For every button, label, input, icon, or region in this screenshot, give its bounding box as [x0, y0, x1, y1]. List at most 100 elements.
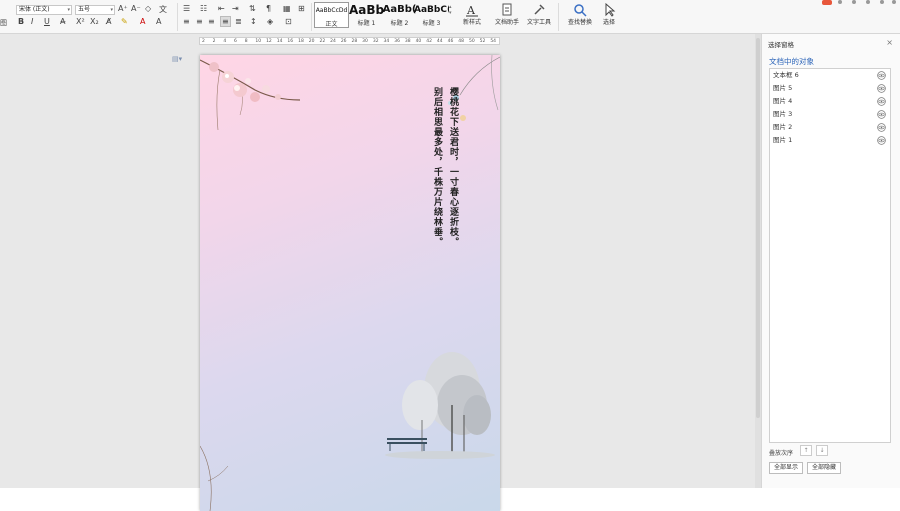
style-preview: AaBb [349, 3, 384, 17]
window-controls-icon [822, 0, 896, 5]
document-icon [490, 3, 524, 17]
sort-icon[interactable]: ⇅ [249, 4, 256, 13]
document-page[interactable]: 樱桃花下送君时，一寸春心逐折枝。 别后相思最多处，千株万片绕林垂。 [200, 55, 500, 511]
shading-icon[interactable]: ◈ [267, 17, 273, 26]
italic-icon[interactable]: I [31, 17, 33, 26]
numbered-list-icon[interactable]: ☷ [200, 4, 207, 13]
style-name: 标题 3 [422, 20, 441, 27]
align-center-icon[interactable]: ≡ [196, 17, 203, 26]
style-normal[interactable]: AaBbCcDd 正文 [314, 2, 349, 28]
border-icon[interactable]: ⊡ [285, 17, 292, 26]
superscript-icon[interactable]: X² [76, 17, 85, 26]
eye-icon[interactable] [877, 136, 886, 145]
send-backward-button[interactable]: ↓ [816, 445, 828, 456]
font-size-select[interactable]: 五号 ▾ [75, 5, 115, 15]
style-name: 标题 2 [390, 20, 409, 27]
grow-font-icon[interactable]: A⁺ [118, 4, 128, 13]
doc-helper-button[interactable]: 文档助手 [490, 3, 524, 26]
ruler-tick-label: 20 [308, 39, 315, 44]
new-style-icon: A [455, 3, 489, 17]
ruler-tick-label: 14 [276, 39, 283, 44]
select-button[interactable]: 选择 [592, 2, 626, 26]
font-name-select[interactable]: 宋体 (正文) ▾ [16, 5, 72, 15]
clear-format-icon[interactable]: ◇ [145, 4, 151, 13]
document-area[interactable]: 2 2 4 6 8 10 12 14 16 18 20 22 24 26 28 30 32 34 36 38 40 42 4… [0, 34, 757, 511]
text-tools-button[interactable]: 文字工具 [522, 3, 556, 26]
style-heading-3[interactable]: AaBbC( 标题 3 [414, 2, 449, 28]
eye-icon[interactable] [877, 71, 886, 80]
ruler-tick-label: 4 [223, 39, 227, 44]
ruler-tick-label: 48 [458, 39, 465, 44]
ruler-tick-label: 42 [426, 39, 432, 44]
align-left-icon[interactable]: ≡ [183, 17, 190, 26]
pane-title[interactable]: 选择窗格 [768, 39, 794, 49]
order-label: 叠放次序 [769, 450, 794, 457]
highlight-icon[interactable]: ✎ [121, 17, 128, 26]
bold-icon[interactable]: B [18, 17, 24, 26]
cursor-icon [592, 2, 626, 17]
text-effect-icon[interactable]: A̸ [106, 17, 111, 26]
list-item[interactable]: 文本框 6 [770, 69, 890, 82]
separator [311, 3, 312, 31]
ruler-tick-label: 40 [415, 39, 422, 44]
wrench-icon [522, 3, 556, 17]
hide-all-button[interactable]: 全部隐藏 [807, 462, 842, 474]
eye-icon[interactable] [877, 84, 886, 93]
eye-icon[interactable] [877, 97, 886, 106]
line-spacing-icon[interactable]: ↕ [250, 17, 257, 26]
list-item[interactable]: 图片 2 [770, 121, 890, 134]
show-marks-icon[interactable]: ¶ [266, 4, 271, 13]
decrease-indent-icon[interactable]: ⇤ [218, 4, 225, 13]
style-preview: AaBbC( [414, 5, 449, 15]
list-item[interactable]: 图片 4 [770, 95, 890, 108]
ruler-tick-label: 44 [436, 39, 443, 44]
twig-image[interactable] [200, 441, 240, 511]
table-icon[interactable]: ▦ [283, 4, 291, 13]
new-style-button[interactable]: A 新样式 [455, 3, 489, 26]
ruler-tick-label: 38 [404, 39, 411, 44]
scrollbar-thumb[interactable] [756, 38, 760, 418]
eye-icon[interactable] [877, 123, 886, 132]
bullet-list-icon[interactable]: ☰ [183, 4, 190, 13]
ruler-tick-label: 28 [351, 39, 358, 44]
pane-subtitle: 文档中的对象 [769, 57, 814, 66]
align-right-icon[interactable]: ≡ [208, 17, 215, 26]
bring-forward-button[interactable]: ↑ [800, 445, 812, 456]
show-all-button[interactable]: 全部显示 [769, 462, 804, 474]
styles-scroll-icon[interactable]: ▴ ▾ [449, 4, 452, 16]
horizontal-ruler[interactable]: 2 2 4 6 8 10 12 14 16 18 20 22 24 26 28 30 32 34 36 38 40 42 4… [199, 37, 500, 45]
underline-icon[interactable]: U [44, 17, 50, 26]
poem-textbox[interactable]: 樱桃花下送君时，一寸春心逐折枝。 别后相思最多处，千株万片绕林垂。 [200, 87, 458, 247]
ruler-tick-label: 32 [372, 39, 379, 44]
style-heading-2[interactable]: AaBb( 标题 2 [382, 2, 417, 28]
eye-icon[interactable] [877, 110, 886, 119]
close-icon[interactable]: × [886, 38, 893, 47]
separator [558, 3, 559, 31]
char-border-icon[interactable]: A [156, 17, 161, 26]
object-name: 文本框 6 [773, 71, 799, 79]
ruler-tick-label: 6 [234, 39, 237, 44]
pinyin-icon[interactable]: 文 [159, 4, 167, 15]
grid-icon[interactable]: ⊞ [298, 4, 305, 13]
ribbon-left-stub: 图 [0, 19, 7, 27]
list-item[interactable]: 图片 5 [770, 82, 890, 95]
justify-icon[interactable]: ≡ [220, 16, 231, 27]
ruler-tick-label: 2 [212, 39, 216, 44]
object-list: 文本框 6 图片 5 图片 4 图片 3 图片 2 图片 1 [769, 68, 891, 443]
list-item[interactable]: 图片 3 [770, 108, 890, 121]
increase-indent-icon[interactable]: ⇥ [232, 4, 239, 13]
subscript-icon[interactable]: X₂ [90, 17, 99, 26]
distribute-icon[interactable]: ≣ [235, 17, 242, 26]
text-tools-label: 文字工具 [526, 19, 551, 26]
shrink-font-icon[interactable]: A⁻ [131, 4, 141, 13]
paste-options-icon[interactable]: ▤▾ [172, 55, 182, 63]
ruler-tick-label: 52 [479, 39, 486, 44]
strikethrough-icon[interactable]: A̶ [60, 17, 65, 26]
list-item[interactable]: 图片 1 [770, 134, 890, 147]
ruler-tick-label: 36 [394, 39, 400, 44]
ruler-tick-label: 50 [468, 39, 475, 44]
font-color-icon[interactable]: A [140, 17, 145, 26]
wps-writer-window: 图 宋体 (正文) ▾ 五号 ▾ A⁺ A⁻ ◇ 文 B I U A̶ X² X₂ … [0, 0, 900, 511]
trees-bench-image[interactable] [382, 345, 498, 460]
style-heading-1[interactable]: AaBb 标题 1 [349, 2, 384, 28]
